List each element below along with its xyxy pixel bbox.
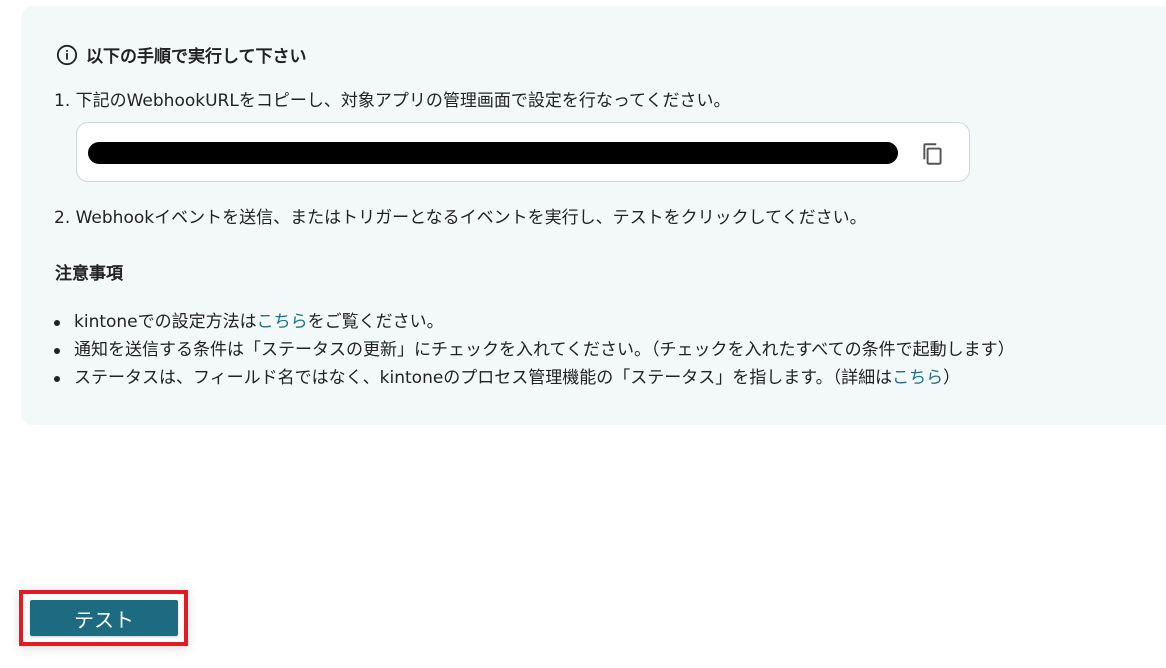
notes-list: kintoneでの設定方法はこちらをご覧ください。 通知を送信する条件は「ステー… [52, 308, 1015, 392]
webhook-url-field[interactable] [76, 122, 970, 182]
note-1-suffix: をご覧ください。 [307, 312, 444, 332]
step-2-text: 2. Webhookイベントを送信、またはトリガーとなるイベントを実行し、テスト… [54, 208, 867, 228]
note-1-prefix: kintoneでの設定方法は [74, 312, 257, 332]
note-item-1: kintoneでの設定方法はこちらをご覧ください。 [52, 308, 1015, 336]
note-2-text: 通知を送信する条件は「ステータスの更新」にチェックを入れてください。（チェックを… [74, 340, 1015, 360]
status-details-link[interactable]: こちら [892, 368, 943, 388]
note-item-3: ステータスは、フィールド名ではなく、kintoneのプロセス管理機能の「ステータ… [52, 364, 1015, 392]
instructions-heading-text: 以下の手順で実行して下さい [86, 47, 307, 67]
copy-icon[interactable] [920, 141, 946, 167]
notes-title: 注意事項 [55, 264, 123, 284]
step-1-text: 1. 下記のWebhookURLをコピーし、対象アプリの管理画面で設定を行なって… [54, 91, 731, 111]
webhook-url-redacted [88, 142, 898, 164]
kintone-setup-link[interactable]: こちら [257, 312, 308, 332]
info-icon [56, 44, 78, 65]
note-3-prefix: ステータスは、フィールド名ではなく、kintoneのプロセス管理機能の「ステータ… [74, 368, 893, 388]
note-3-suffix: ） [943, 368, 961, 388]
test-button[interactable]: テスト [30, 600, 178, 636]
note-item-2: 通知を送信する条件は「ステータスの更新」にチェックを入れてください。（チェックを… [52, 336, 1015, 364]
instructions-heading: 以下の手順で実行して下さい [56, 42, 307, 67]
